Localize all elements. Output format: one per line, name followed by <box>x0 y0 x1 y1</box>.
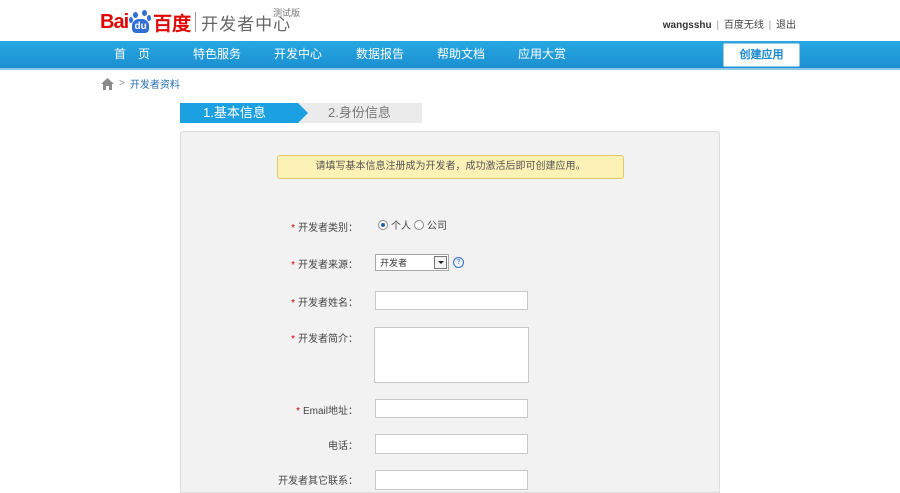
divider: | <box>768 20 772 31</box>
source-label: * 开发者来源： <box>291 260 358 271</box>
phone-input[interactable] <box>375 434 528 454</box>
nav-help-docs[interactable]: 帮助文档 <box>437 41 485 68</box>
email-label: * Email地址： <box>296 406 358 417</box>
breadcrumb-separator: > <box>119 78 125 89</box>
required-mark: * <box>296 406 300 417</box>
logo-text-du: du <box>132 19 150 33</box>
required-mark: * <box>291 334 295 345</box>
nav-data-reports[interactable]: 数据报告 <box>356 41 404 68</box>
logo-divider <box>195 12 197 32</box>
breadcrumb-current[interactable]: 开发者资料 <box>130 76 180 91</box>
user-area: wangsshu | 百度无线 | 退出 <box>663 16 796 31</box>
step-1-label: 1.基本信息 <box>203 105 266 120</box>
nav-home[interactable]: 首 页 <box>114 41 150 68</box>
divider: | <box>716 20 720 31</box>
phone-label: 电话： <box>328 441 358 452</box>
source-select-value: 开发者 <box>380 258 408 268</box>
radio-individual[interactable] <box>378 219 388 230</box>
top-bar: Bai du 百度 开发者中心 测试版 wangsshu | 百度无线 | 退出 <box>0 0 900 41</box>
step-1: 1.基本信息 <box>180 103 308 123</box>
create-app-button[interactable]: 创建应用 <box>723 43 800 67</box>
type-label: * 开发者类别： <box>291 223 358 234</box>
intro-textarea[interactable] <box>374 327 529 383</box>
radio-individual-label[interactable]: 个人 <box>391 217 411 232</box>
type-radio-group: 个人 公司 <box>378 217 447 232</box>
radio-company[interactable] <box>414 219 424 230</box>
beta-badge: 测试版 <box>273 8 301 18</box>
step-2-label: 2.身份信息 <box>328 105 391 120</box>
notice-banner: 请填写基本信息注册成为开发者，成功激活后即可创建应用。 <box>277 155 624 179</box>
logout-link[interactable]: 退出 <box>776 20 796 31</box>
logo-text-baidu-cn: 百度 <box>153 13 192 35</box>
logo-text-bai: Bai <box>100 10 129 33</box>
chevron-down-icon[interactable] <box>434 256 447 269</box>
paw-icon: du <box>129 10 152 34</box>
breadcrumb: > 开发者资料 <box>101 76 180 91</box>
required-mark: * <box>291 260 295 271</box>
intro-label: * 开发者简介： <box>291 334 358 345</box>
required-mark: * <box>291 223 295 234</box>
name-input[interactable] <box>375 291 528 310</box>
baidu-logo[interactable]: Bai du 百度 开发者中心 <box>100 8 291 36</box>
radio-company-label[interactable]: 公司 <box>427 217 447 232</box>
username[interactable]: wangsshu <box>663 20 712 31</box>
required-mark: * <box>291 298 295 309</box>
nav-app-showcase[interactable]: 应用大赏 <box>518 41 566 68</box>
name-label: * 开发者姓名： <box>291 298 358 309</box>
source-select[interactable]: 开发者 <box>375 254 449 271</box>
other-contact-input[interactable] <box>375 470 528 490</box>
home-icon[interactable] <box>101 77 114 90</box>
step-2: 2.身份信息 <box>298 103 422 123</box>
baidu-wireless-link[interactable]: 百度无线 <box>724 20 764 31</box>
email-input[interactable] <box>375 399 528 418</box>
nav-featured-services[interactable]: 特色服务 <box>193 41 241 68</box>
nav-dev-center[interactable]: 开发中心 <box>274 41 322 68</box>
help-icon[interactable]: ? <box>453 257 464 268</box>
